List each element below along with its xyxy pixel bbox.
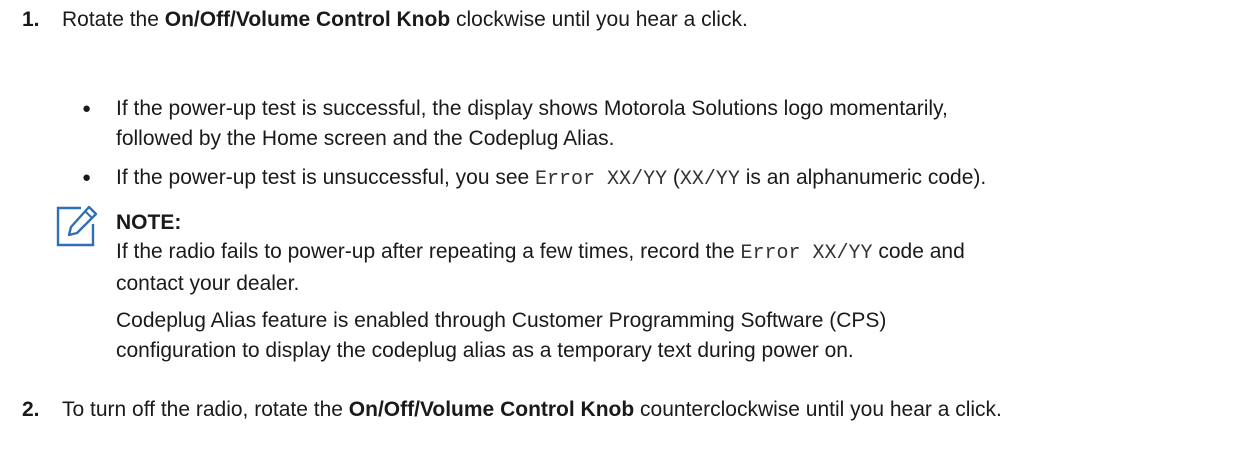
- bullet-failure-suffix: is an alphanumeric code).: [739, 166, 987, 189]
- step-1-text: Rotate the On/Off/Volume Control Knob cl…: [62, 5, 748, 35]
- note-p1-suffix: code and: [872, 240, 965, 263]
- step-2-text: To turn off the radio, rotate the On/Off…: [62, 395, 1002, 425]
- note-title: NOTE:: [116, 211, 182, 234]
- step-2-knob-name: On/Off/Volume Control Knob: [348, 398, 635, 421]
- note-paragraph-1: If the radio fails to power-up after rep…: [116, 237, 1226, 299]
- step-1-prefix: Rotate the: [62, 8, 165, 31]
- bullet-success-line1: If the power-up test is successful, the …: [116, 97, 948, 120]
- step-2-prefix: To turn off the radio, rotate the: [62, 398, 349, 421]
- step-2-suffix: counterclockwise until you hear a click.: [634, 398, 1002, 421]
- error-code: Error XX/YY: [535, 168, 668, 191]
- error-code-short: XX/YY: [679, 168, 740, 191]
- bullet-failure-prefix: If the power-up test is unsuccessful, yo…: [116, 166, 536, 189]
- step-1-knob-name: On/Off/Volume Control Knob: [164, 8, 451, 31]
- bullet-failure-middle: (: [667, 166, 680, 189]
- note-paragraph-2-line1: Codeplug Alias feature is enabled throug…: [116, 309, 887, 332]
- note-p1-prefix: If the radio fails to power-up after rep…: [116, 240, 741, 263]
- note-paragraph-1-line1: If the radio fails to power-up after rep…: [116, 237, 1226, 269]
- bullet-dot: ●: [82, 100, 92, 117]
- pencil-note-icon: [56, 205, 98, 247]
- bullet-dot: ●: [82, 169, 92, 186]
- step-1-suffix: clockwise until you hear a click.: [450, 8, 748, 31]
- note-paragraph-2-line2: configuration to display the codeplug al…: [116, 339, 854, 362]
- note-error-code: Error XX/YY: [740, 242, 873, 265]
- bullet-failure-text: If the power-up test is unsuccessful, yo…: [116, 163, 1236, 195]
- note-paragraph-2: Codeplug Alias feature is enabled throug…: [116, 306, 1226, 366]
- note-paragraph-1-line2: contact your dealer.: [116, 272, 300, 295]
- bullet-success-line2: followed by the Home screen and the Code…: [116, 127, 615, 150]
- step-1-number: 1.: [22, 8, 40, 31]
- bullet-success-text: If the power-up test is successful, the …: [116, 94, 1236, 154]
- step-2-number: 2.: [22, 398, 40, 421]
